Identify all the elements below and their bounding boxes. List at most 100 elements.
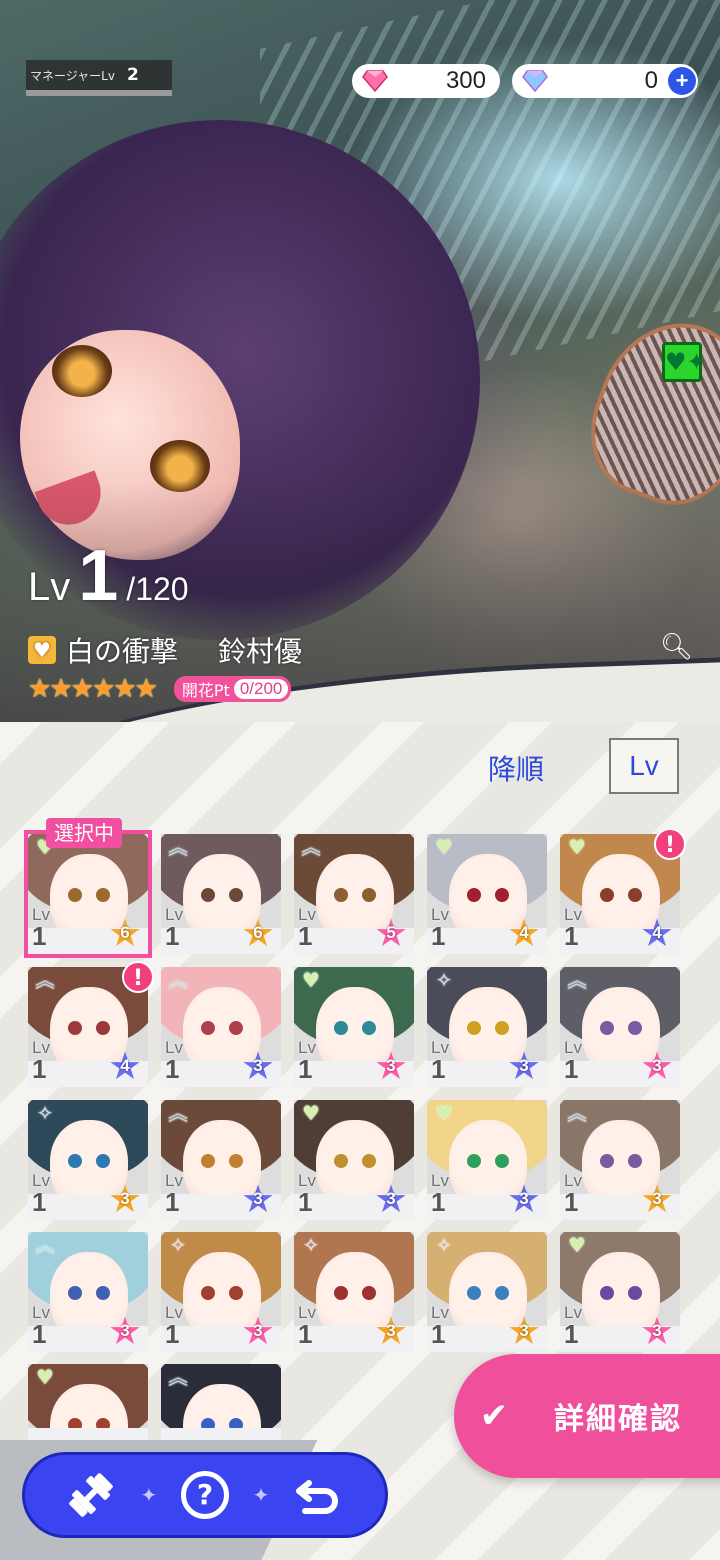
sort-key-button[interactable]: Lv (609, 738, 679, 794)
rarity-badge: ★ 3 (102, 1174, 148, 1220)
card-eye (334, 1154, 348, 1168)
card-eye (96, 1154, 110, 1168)
zoom-search-icon[interactable]: 🔍︎ (660, 632, 693, 662)
character-card[interactable]: ︽ Lv 1 ★ 3 (560, 967, 680, 1087)
character-card[interactable]: ✧ Lv 1 ★ 3 (427, 1232, 547, 1352)
character-card[interactable]: ︽ Lv 1 ★ 3 (161, 1100, 281, 1220)
rarity-value: 3 (386, 1321, 396, 1340)
back-arrow-icon[interactable] (293, 1469, 345, 1521)
card-level: Lv 1 (298, 1039, 316, 1082)
card-eye (495, 1154, 509, 1168)
rarity-value: 3 (253, 1321, 263, 1340)
card-eye (495, 888, 509, 902)
level-max: /120 (126, 571, 189, 607)
rarity-value: 3 (120, 1321, 130, 1340)
card-level-value: 1 (431, 1319, 446, 1349)
card-eye (201, 1154, 215, 1168)
card-eye (68, 888, 82, 902)
sparkle-type-icon: ✧ (435, 968, 453, 992)
card-eye (467, 1286, 481, 1300)
manager-level-label: マネージャーLv (30, 68, 115, 83)
rarity-badge: ★ 3 (235, 1306, 281, 1352)
rarity-badge: ★ 3 (368, 1306, 414, 1352)
character-card[interactable]: ︽ Lv 1 ★ 3 (560, 1100, 680, 1220)
card-eye (229, 1154, 243, 1168)
currency-paid-gems[interactable]: 300 (352, 64, 500, 98)
chevron-type-icon: ︽ (567, 968, 587, 992)
card-eye (600, 888, 614, 902)
rarity-value: 4 (519, 923, 529, 942)
card-eye (68, 1021, 82, 1035)
card-eye (495, 1021, 509, 1035)
rarity-badge: ★ 4 (501, 908, 547, 954)
rarity-stars: ★ ★ ★ ★ ★ ★ 開花Pt 0/200 (28, 674, 292, 704)
dumbbell-icon[interactable] (65, 1469, 117, 1521)
card-eye (229, 888, 243, 902)
chevron-type-icon: ︽ (168, 1101, 188, 1125)
card-eye (362, 1021, 376, 1035)
card-level: Lv 1 (165, 906, 183, 949)
rarity-value: 5 (386, 923, 396, 942)
character-card[interactable]: ︽ Lv 1 ★ 5 (294, 834, 414, 954)
character-card[interactable]: ︽ Lv 1 ★ 6 (161, 834, 281, 954)
character-card[interactable]: ♥ Lv 1 ★ 3 (294, 967, 414, 1087)
card-level-value: 1 (298, 1187, 313, 1217)
card-level: Lv 1 (431, 906, 449, 949)
rarity-value: 3 (253, 1189, 263, 1208)
card-eye (362, 1154, 376, 1168)
sparkle-type-icon: ✧ (169, 1233, 187, 1257)
card-level: Lv 1 (564, 1304, 582, 1347)
card-level: Lv 1 (32, 1039, 50, 1082)
card-eye (334, 1021, 348, 1035)
rarity-badge: ★ 3 (368, 1174, 414, 1220)
card-level-value: 1 (431, 921, 446, 951)
rarity-badge: ★ 3 (634, 1174, 680, 1220)
card-eye (600, 1154, 614, 1168)
rarity-value: 3 (652, 1321, 662, 1340)
card-level: Lv 1 (298, 1172, 316, 1215)
detail-confirm-button[interactable]: ✔ 詳細確認 (454, 1354, 720, 1478)
character-card[interactable]: ♥ Lv 1 ★ 3 (560, 1232, 680, 1352)
card-eye (628, 1021, 642, 1035)
rarity-value: 3 (652, 1189, 662, 1208)
star-icon: ★ (113, 674, 137, 704)
detail-confirm-label: 詳細確認 (554, 1402, 682, 1437)
card-eye (628, 1286, 642, 1300)
character-card[interactable]: ♥ Lv 1 ★ 6 (24, 830, 152, 958)
card-level-value: 1 (165, 1054, 180, 1084)
type-badge-icon[interactable]: ♥✦ (662, 342, 707, 382)
manager-level: マネージャーLv 2 (26, 60, 172, 96)
card-level-value: 1 (165, 1187, 180, 1217)
currency-free-gems[interactable]: 0 + (512, 64, 698, 98)
character-card[interactable]: ︽ Lv 1 ★ 3 (161, 967, 281, 1087)
character-card[interactable]: ♥ Lv 1 ★ 3 (427, 1100, 547, 1220)
card-eye (467, 1021, 481, 1035)
card-eye (334, 1286, 348, 1300)
rarity-value: 6 (253, 923, 263, 942)
character-card[interactable]: ✧ Lv 1 ★ 3 (161, 1232, 281, 1352)
card-level: Lv 1 (165, 1039, 183, 1082)
character-card[interactable]: ✧ Lv 1 ★ 3 (294, 1232, 414, 1352)
card-level-value: 1 (32, 1319, 47, 1349)
card-level: Lv 1 (564, 1172, 582, 1215)
help-icon[interactable]: ? (180, 1471, 229, 1519)
character-card[interactable]: ♥ Lv 1 ★ 3 (294, 1100, 414, 1220)
character-card[interactable]: ✧ Lv 1 ★ 3 (427, 967, 547, 1087)
character-card[interactable]: ♥ Lv 1 ★ 4 (427, 834, 547, 954)
add-gems-button[interactable]: + (668, 67, 696, 95)
rarity-value: 3 (652, 1056, 662, 1075)
alert-badge-icon: ! (122, 961, 154, 993)
paid-gems-amount: 300 (445, 67, 486, 94)
bottom-toolbar: ✦ ? ✦ (22, 1452, 388, 1538)
character-card[interactable]: ︽ Lv 1 ★ 3 (28, 1232, 148, 1352)
sort-order-toggle[interactable]: 降順 (488, 748, 544, 788)
card-level-value: 1 (564, 921, 579, 951)
card-eye (600, 1021, 614, 1035)
character-card[interactable]: ✧ Lv 1 ★ 3 (28, 1100, 148, 1220)
heart-type-icon: ♥ (36, 1365, 54, 1389)
heart-type-icon: ♥ (568, 1233, 586, 1257)
rarity-badge: ★ 3 (368, 1041, 414, 1087)
star-icon: ★ (134, 674, 158, 704)
card-level: Lv 1 (298, 1304, 316, 1347)
card-eye (68, 1286, 82, 1300)
